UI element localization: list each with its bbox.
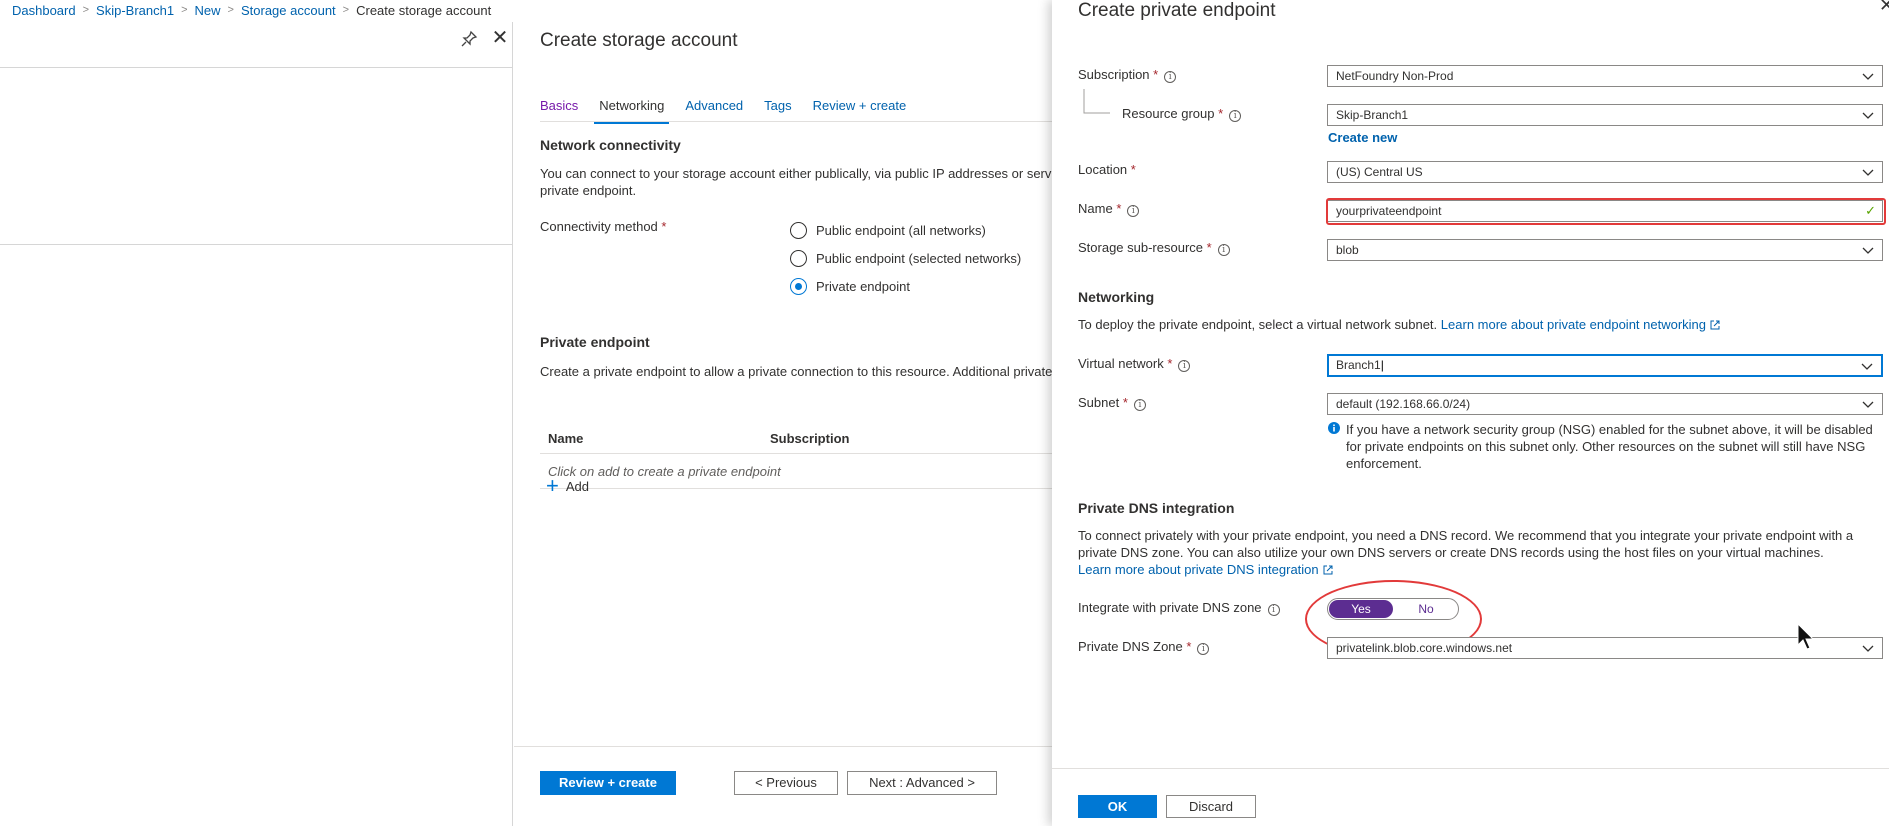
chevron-down-icon [1862, 73, 1874, 80]
info-icon[interactable]: i [1164, 71, 1177, 83]
chevron-right-icon: > [342, 4, 350, 16]
blade-title: Create storage account [540, 30, 738, 51]
name-input[interactable]: yourprivateendpoint ✓ [1327, 200, 1883, 222]
section-heading: Network connectivity [540, 137, 681, 153]
info-icon[interactable]: i [1178, 360, 1191, 372]
subscription-dropdown[interactable]: NetFoundry Non-Prod [1327, 65, 1883, 87]
divider [514, 746, 1054, 747]
next-advanced-button[interactable]: Next : Advanced > [847, 771, 997, 795]
breadcrumb-dashboard[interactable]: Dashboard [12, 3, 76, 18]
toggle-no[interactable]: No [1394, 599, 1458, 619]
storage-subresource-label: Storage sub-resource * i [1078, 240, 1230, 256]
dns-zone-label: Private DNS Zone * i [1078, 639, 1210, 655]
grid-empty-row: Click on add to create a private endpoin… [540, 455, 1054, 489]
add-private-endpoint-button[interactable]: + Add [546, 473, 589, 498]
chevron-down-icon [1862, 645, 1874, 652]
section-description: Create a private endpoint to allow a pri… [540, 364, 1053, 379]
radio-public-selected[interactable]: Public endpoint (selected networks) [790, 250, 1021, 267]
previous-button[interactable]: < Previous [734, 771, 838, 795]
integrate-dns-label: Integrate with private DNS zone i [1078, 600, 1280, 616]
virtual-network-dropdown[interactable]: Branch1| [1327, 354, 1883, 377]
chevron-right-icon: > [181, 4, 188, 16]
name-label: Name * i [1078, 201, 1140, 217]
nsg-info-text: If you have a network security group (NS… [1346, 422, 1873, 471]
chevron-down-icon [1862, 112, 1874, 119]
subnet-label: Subnet * i [1078, 395, 1146, 411]
divider [0, 244, 513, 245]
create-private-endpoint-blade: Create private endpoint ✕ Subscription *… [1052, 0, 1889, 826]
plus-icon: + [546, 473, 559, 498]
radio-public-all[interactable]: Public endpoint (all networks) [790, 222, 986, 239]
pin-icon[interactable] [460, 30, 478, 48]
divider [1052, 768, 1889, 769]
previous-blade: ✕ [0, 22, 513, 826]
review-create-button[interactable]: Review + create [540, 771, 676, 795]
subnet-dropdown[interactable]: default (192.168.66.0/24) [1327, 393, 1883, 415]
info-icon[interactable]: i [1133, 399, 1146, 411]
toggle-yes[interactable]: Yes [1329, 600, 1393, 618]
dns-zone-dropdown[interactable]: privatelink.blob.core.windows.net [1327, 637, 1883, 659]
divider [540, 121, 1054, 122]
breadcrumb-resource-group[interactable]: Skip-Branch1 [96, 3, 174, 18]
ok-button[interactable]: OK [1078, 795, 1157, 818]
chevron-down-icon [1862, 247, 1874, 254]
blade-title: Create private endpoint [1078, 0, 1276, 21]
create-new-link[interactable]: Create new [1328, 130, 1397, 145]
resource-group-label: Resource group * i [1122, 106, 1242, 122]
connectivity-method-label: Connectivity method * [540, 219, 667, 234]
grid-header: Name Subscription [540, 421, 1054, 454]
divider [0, 67, 513, 68]
info-icon[interactable]: i [1127, 205, 1140, 217]
info-circle-icon [1328, 422, 1340, 434]
chevron-down-icon [1861, 363, 1873, 370]
external-link-icon [1323, 565, 1333, 575]
external-link-icon [1710, 320, 1720, 330]
location-label: Location * [1078, 162, 1136, 177]
subscription-label: Subscription * i [1078, 67, 1177, 83]
column-header-subscription: Subscription [770, 431, 850, 446]
radio-button[interactable] [790, 222, 807, 239]
radio-private-endpoint[interactable]: Private endpoint [790, 278, 910, 295]
info-icon[interactable]: i [1267, 604, 1280, 616]
breadcrumb-current: Create storage account [356, 2, 492, 18]
virtual-network-label: Virtual network * i [1078, 356, 1191, 372]
networking-heading: Networking [1078, 289, 1155, 305]
info-icon[interactable]: i [1217, 244, 1230, 256]
tree-connector [1083, 89, 1110, 114]
integrate-dns-toggle[interactable]: Yes No [1327, 598, 1459, 620]
breadcrumb-storage-account[interactable]: Storage account [241, 3, 336, 18]
breadcrumb: Dashboard > Skip-Branch1 > New > Storage… [12, 1, 491, 19]
breadcrumb-new[interactable]: New [195, 3, 221, 18]
networking-description: To deploy the private endpoint, select a… [1078, 316, 1720, 333]
dns-heading: Private DNS integration [1078, 500, 1235, 516]
section-heading: Private endpoint [540, 334, 650, 350]
info-icon[interactable]: i [1197, 643, 1210, 655]
learn-more-dns-link[interactable]: Learn more about private DNS integration [1078, 561, 1333, 578]
discard-button[interactable]: Discard [1166, 795, 1256, 818]
close-icon[interactable]: ✕ [1879, 0, 1889, 12]
location-dropdown[interactable]: (US) Central US [1327, 161, 1883, 183]
dns-description: To connect privately with your private e… [1078, 528, 1854, 560]
chevron-right-icon: > [227, 4, 234, 16]
chevron-down-icon [1862, 169, 1874, 176]
chevron-right-icon: > [82, 4, 90, 16]
chevron-down-icon [1862, 401, 1874, 408]
radio-button[interactable] [790, 250, 807, 267]
learn-more-networking-link[interactable]: Learn more about private endpoint networ… [1441, 317, 1720, 332]
section-description: You can connect to your storage account … [540, 166, 1054, 198]
radio-button-checked[interactable] [790, 278, 807, 295]
column-header-name: Name [548, 431, 584, 446]
create-storage-account-blade: Create storage account Basics Networking… [514, 22, 1054, 826]
storage-subresource-dropdown[interactable]: blob [1327, 239, 1883, 261]
info-icon[interactable]: i [1229, 110, 1242, 122]
close-icon[interactable]: ✕ [490, 28, 510, 48]
checkmark-icon: ✓ [1865, 203, 1876, 218]
resource-group-dropdown[interactable]: Skip-Branch1 [1327, 104, 1883, 126]
